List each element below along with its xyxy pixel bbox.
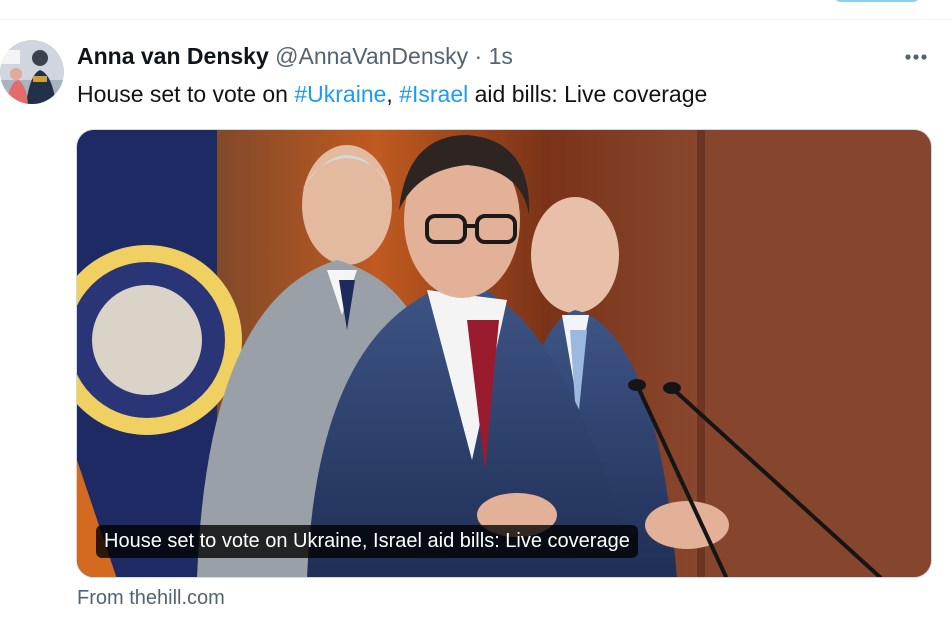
more-horizontal-icon — [905, 54, 927, 60]
link-card-image[interactable] — [76, 129, 932, 578]
top-divider — [0, 19, 952, 20]
tweet-header: Anna van Densky @AnnaVanDensky · 1s — [77, 42, 513, 70]
tweet-timestamp[interactable]: 1s — [489, 43, 513, 69]
top-button-edge[interactable] — [834, 0, 920, 2]
header-separator: · — [474, 43, 483, 69]
card-caption: House set to vote on Ukraine, Israel aid… — [96, 525, 638, 558]
more-options-button[interactable] — [896, 44, 936, 70]
hashtag-israel[interactable]: #Israel — [399, 81, 468, 107]
author-handle[interactable]: @AnnaVanDensky — [275, 43, 468, 69]
tweet-text-after: aid bills: Live coverage — [468, 81, 708, 107]
tweet-text-comma: , — [386, 81, 400, 107]
tweet-text: House set to vote on #Ukraine, #Israel a… — [77, 79, 707, 109]
hashtag-ukraine[interactable]: #Ukraine — [294, 81, 386, 107]
card-source[interactable]: From thehill.com — [77, 585, 225, 611]
tweet-text-before: House set to vote on — [77, 81, 295, 107]
author-name[interactable]: Anna van Densky — [77, 43, 269, 69]
avatar[interactable] — [0, 40, 64, 104]
